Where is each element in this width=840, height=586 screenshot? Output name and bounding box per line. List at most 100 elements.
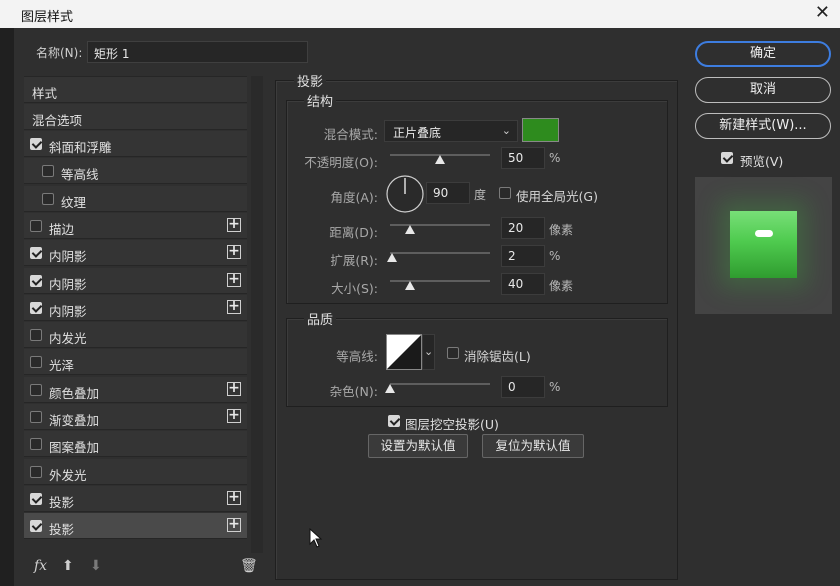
style-item[interactable]: 纹理 [24, 185, 247, 212]
style-item-checkbox[interactable] [30, 274, 42, 287]
style-item[interactable]: 外发光 [24, 458, 247, 485]
noise-input[interactable]: 0 [501, 376, 545, 398]
angle-input[interactable]: 90 [426, 182, 470, 204]
style-item-checkbox[interactable] [30, 520, 42, 533]
drop-shadow-title: 投影 [294, 71, 327, 90]
global-light-checkbox[interactable] [499, 187, 511, 199]
preview-label: 预览(V) [740, 154, 784, 169]
distance-label: 距离(D): [329, 225, 378, 240]
angle-dial[interactable] [385, 174, 425, 214]
blend-mode-label: 混合模式: [323, 127, 378, 142]
spread-slider-knob[interactable] [387, 253, 397, 262]
opacity-label: 不透明度(O): [304, 155, 378, 170]
style-item-checkbox[interactable] [30, 138, 42, 150]
title-bar: 图层样式 ✕ [0, 0, 840, 28]
styles-header-label: 样式 [32, 86, 58, 101]
style-item[interactable]: 等高线 [24, 158, 247, 185]
add-effect-icon[interactable]: + [227, 381, 241, 396]
style-item[interactable]: 图案叠加 [24, 431, 247, 458]
add-effect-icon[interactable]: + [227, 272, 241, 287]
fx-icon[interactable]: fx [34, 558, 47, 574]
style-item[interactable]: 投影 + [24, 513, 247, 540]
style-item-checkbox[interactable] [42, 192, 54, 205]
style-item[interactable]: 内阴影 + [24, 267, 247, 294]
preview-square [730, 211, 797, 278]
add-effect-icon[interactable]: + [227, 299, 241, 314]
name-label: 名称(N): [36, 46, 83, 60]
name-input[interactable]: 矩形 1 [87, 41, 308, 63]
knockout-checkbox[interactable] [388, 415, 400, 427]
distance-input[interactable]: 20 [501, 217, 545, 239]
style-item-checkbox[interactable] [30, 492, 42, 505]
contour-label: 等高线: [336, 349, 378, 364]
style-item[interactable]: 内阴影 + [24, 294, 247, 321]
spread-unit: % [549, 249, 561, 263]
opacity-slider-knob[interactable] [435, 155, 445, 164]
angle-label: 角度(A): [330, 190, 378, 205]
noise-unit: % [549, 380, 561, 394]
move-up-icon[interactable]: ⬆ [62, 558, 74, 574]
noise-slider-knob[interactable] [385, 384, 395, 393]
size-label: 大小(S): [331, 281, 378, 296]
close-icon[interactable]: ✕ [815, 3, 830, 23]
size-input[interactable]: 40 [501, 273, 545, 295]
style-item-checkbox[interactable] [30, 438, 42, 451]
style-item-label: 内阴影 [49, 303, 87, 319]
set-default-button[interactable]: 设置为默认值 [368, 434, 468, 458]
style-item-label: 光泽 [49, 358, 75, 374]
contour-dropdown[interactable]: ⌄ [422, 334, 435, 370]
add-effect-icon[interactable]: + [227, 490, 241, 505]
style-item[interactable]: 内发光 [24, 322, 247, 349]
style-item-label: 投影 [49, 494, 75, 510]
style-item[interactable]: 颜色叠加 + [24, 376, 247, 403]
spread-slider-track[interactable] [390, 252, 490, 254]
style-item-label: 描边 [49, 221, 75, 237]
trash-icon[interactable]: 🗑 [240, 558, 258, 574]
background-app-strip [0, 28, 14, 586]
ok-button[interactable]: 确定 [695, 41, 831, 67]
opacity-input[interactable]: 50 [501, 147, 545, 169]
style-item[interactable]: 描边 + [24, 212, 247, 239]
add-effect-icon[interactable]: + [227, 408, 241, 423]
size-slider-knob[interactable] [405, 281, 415, 290]
contour-preview[interactable] [386, 334, 422, 370]
add-effect-icon[interactable]: + [227, 244, 241, 260]
noise-slider-track[interactable] [390, 383, 490, 385]
styles-header[interactable]: 样式 [24, 77, 247, 103]
cancel-button[interactable]: 取消 [695, 77, 831, 103]
antialias-checkbox[interactable] [447, 347, 459, 359]
style-item-checkbox[interactable] [30, 247, 42, 260]
style-item-checkbox[interactable] [42, 165, 54, 178]
angle-unit: 度 [474, 188, 487, 202]
styles-list-scrollbar[interactable] [251, 76, 263, 553]
window-title: 图层样式 [21, 10, 74, 25]
style-item-checkbox[interactable] [30, 465, 42, 478]
distance-slider-knob[interactable] [405, 225, 415, 234]
style-item-checkbox[interactable] [30, 329, 42, 342]
preview-checkbox[interactable] [721, 152, 733, 164]
style-item[interactable]: 光泽 [24, 349, 247, 376]
move-down-icon[interactable]: ⬇ [90, 558, 102, 574]
style-item-label: 内阴影 [49, 249, 87, 265]
style-item-label: 渐变叠加 [49, 413, 100, 428]
style-item-checkbox[interactable] [30, 356, 42, 369]
style-item-label: 斜面和浮雕 [49, 140, 112, 155]
blend-mode-select[interactable]: 正片叠底 ⌄ [384, 120, 518, 142]
style-item[interactable]: 渐变叠加 + [24, 404, 247, 430]
style-item-checkbox[interactable] [30, 301, 42, 314]
blend-options-item[interactable]: 混合选项 [24, 104, 247, 130]
style-item-checkbox[interactable] [30, 411, 42, 423]
reset-default-button[interactable]: 复位为默认值 [482, 434, 584, 458]
style-item-checkbox[interactable] [30, 383, 42, 396]
style-item-checkbox[interactable] [30, 219, 42, 232]
add-effect-icon[interactable]: + [227, 517, 241, 533]
spread-input[interactable]: 2 [501, 245, 545, 267]
new-style-button[interactable]: 新建样式(W)... [695, 113, 831, 139]
style-item-label: 颜色叠加 [49, 385, 100, 401]
style-item[interactable]: 投影 + [24, 485, 247, 512]
add-effect-icon[interactable]: + [227, 217, 241, 232]
style-item[interactable]: 斜面和浮雕 [24, 131, 247, 157]
chevron-down-icon: ⌄ [501, 124, 511, 137]
shadow-color-swatch[interactable] [522, 118, 559, 142]
style-item[interactable]: 内阴影 + [24, 240, 247, 267]
